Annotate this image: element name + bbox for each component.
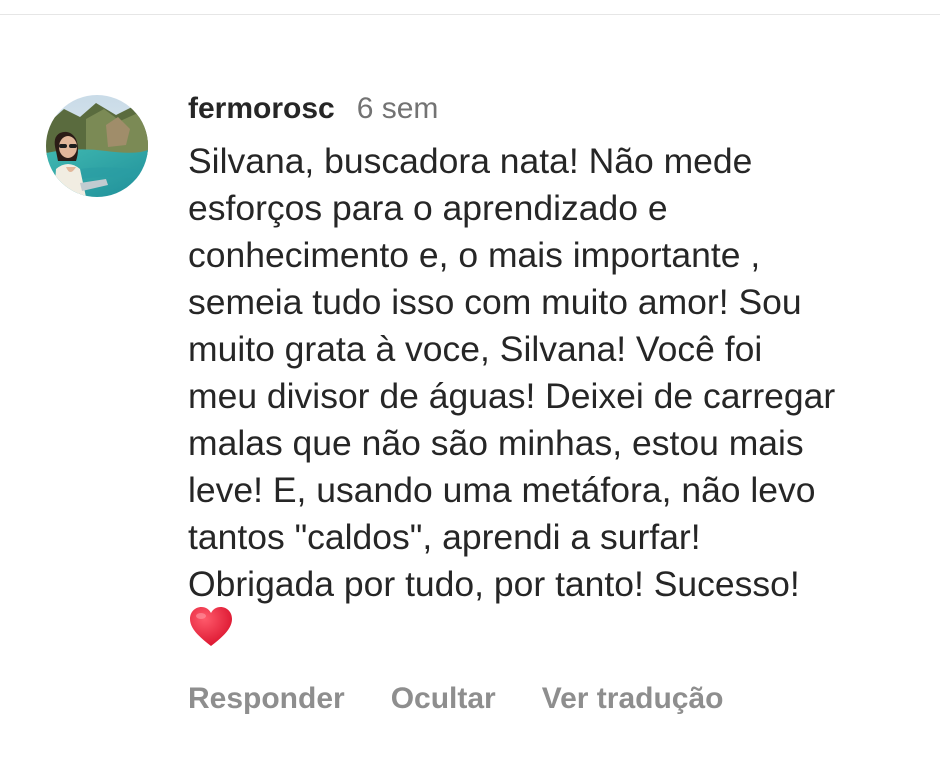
comment-line: semeia tudo isso com muito amor! Sou xyxy=(188,282,802,322)
comment: fermorosc 6 sem Silvana, buscadora nata!… xyxy=(188,84,928,655)
comment-line: Obrigada por tudo, por tanto! Sucesso! xyxy=(188,564,800,604)
see-translation-button[interactable]: Ver tradução xyxy=(542,682,724,716)
comment-line: meu divisor de águas! Deixei de carregar xyxy=(188,376,836,416)
reply-button[interactable]: Responder xyxy=(188,682,345,716)
comment-emoji-line xyxy=(188,606,923,655)
comment-line: conhecimento e, o mais importante , xyxy=(188,235,761,275)
red-heart-icon xyxy=(188,606,234,660)
timestamp: 6 sem xyxy=(356,92,439,125)
top-divider xyxy=(0,14,940,15)
comment-line: esforços para o aprendizado e xyxy=(188,188,668,228)
avatar-photo xyxy=(46,95,148,197)
username[interactable]: fermorosc xyxy=(188,92,335,126)
comment-text: Silvana, buscadora nata! Não mede esforç… xyxy=(188,138,923,655)
avatar[interactable] xyxy=(46,95,148,197)
comment-line: Silvana, buscadora nata! Não mede xyxy=(188,141,753,181)
comment-meta: fermorosc 6 sem xyxy=(188,84,928,134)
hide-button[interactable]: Ocultar xyxy=(391,682,496,716)
comment-actions: Responder Ocultar Ver tradução xyxy=(188,682,723,716)
comment-line: leve! E, usando uma metáfora, não levo xyxy=(188,470,816,510)
comment-line: muito grata à voce, Silvana! Você foi xyxy=(188,329,763,369)
comment-line: malas que não são minhas, estou mais xyxy=(188,423,804,463)
comment-line: tantos "caldos", aprendi a surfar! xyxy=(188,517,701,557)
